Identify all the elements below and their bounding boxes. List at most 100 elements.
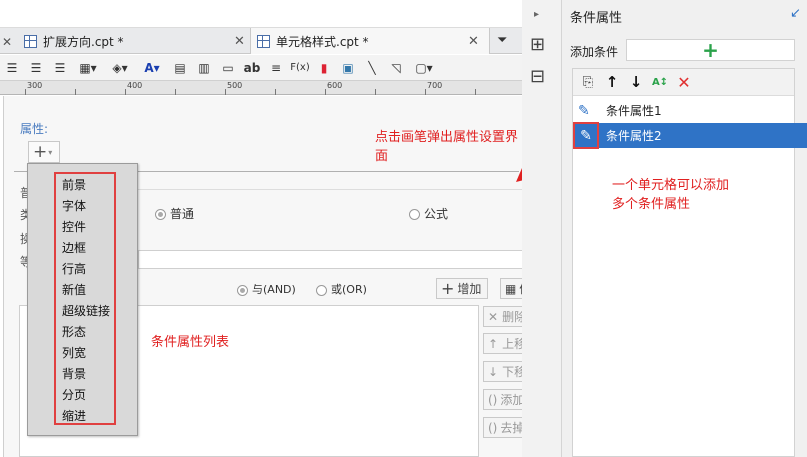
attribute-label: 属性: [20,122,49,136]
menu-item-column-width[interactable]: 列宽 [62,344,86,361]
ruler-label: 300 [27,81,43,90]
annotation-multi-line1: 一个单元格可以添加 [612,178,730,193]
annotation-multi-line2: 多个条件属性 [612,197,691,212]
button-label: 下移 [502,365,522,379]
font-color-icon[interactable]: A▾ [138,59,166,77]
radio-formula[interactable]: 公式 [409,205,448,222]
formula-icon[interactable]: F(x) [290,59,310,77]
add-condition-button[interactable]: + [626,38,795,62]
paragraph-icon[interactable]: ≡ [266,59,286,77]
radio-and[interactable]: 与(AND) [237,281,296,297]
button-label: 上移 [502,337,522,351]
menu-item-presentation[interactable]: 形态 [62,323,86,340]
editor-area: ✕ 扩展方向.cpt * ✕ 单元格样式.cpt * ✕ ⏷ ☰ ☰ ☰ ▦▾ … [0,0,522,457]
border-icon[interactable]: ▦▾ [74,59,102,77]
radio-label: 或(OR) [331,283,367,296]
title-strip [0,0,522,28]
add-bracket-button[interactable]: ()添加括号 [483,389,522,410]
menu-item-new-value[interactable]: 新值 [62,281,86,298]
ruler-label: 700 [427,81,443,90]
expand-arrow-icon[interactable]: ▸ [534,9,539,20]
arrow-down-icon: ↓ [488,364,499,379]
arrow-up-icon: ↑ [488,336,499,351]
add-attribute-button[interactable]: + ▾ [28,141,60,163]
menu-item-row-height[interactable]: 行高 [62,260,86,277]
button-label: 增加 [457,282,482,296]
image-icon[interactable]: ▣ [338,59,358,77]
tab-close-icon[interactable]: ✕ [2,35,12,49]
menu-item-hyperlink[interactable]: 超级链接 [62,302,110,319]
menu-item-font[interactable]: 字体 [62,197,86,214]
tab-label: 单元格样式.cpt * [276,34,369,49]
menu-item-widget[interactable]: 控件 [62,218,86,235]
sort-az-icon[interactable]: A↕ [651,73,669,91]
chart-icon[interactable]: ▮ [314,59,334,77]
edit-icon: ▦ [505,281,517,296]
menu-item-foreground[interactable]: 前景 [62,176,86,193]
delete-button[interactable]: ✕ 删除 [483,306,522,327]
new-file-icon[interactable]: ⎘ [579,73,597,91]
x-icon: ✕ [488,309,499,324]
sheet-icon [24,34,37,48]
tab-cell-style[interactable]: 单元格样式.cpt * [257,28,369,54]
bracket-icon: () [488,392,498,407]
ruler: 300 400 500 600 700 [0,81,522,95]
collapse-icon[interactable]: ↙ [790,6,801,21]
ruler-label: 500 [227,81,243,90]
sheet-icon [257,34,270,48]
tab-close-icon[interactable]: ✕ [468,34,479,49]
align-right-icon[interactable]: ☰ [50,59,70,77]
menu-item-indent[interactable]: 缩进 [62,407,86,424]
add-condition-button[interactable]: + 增加 [436,278,488,299]
menu-item-border[interactable]: 边框 [62,239,86,256]
radio-or[interactable]: 或(OR) [316,281,367,297]
list-toolbar: ⎘ ↑ ↓ A↕ ✕ [573,69,794,96]
plus-icon: + [33,142,48,162]
cell-element-icon[interactable]: ⊞ [530,34,545,55]
fill-color-icon[interactable]: ◈▾ [106,59,134,77]
menu-item-pagination[interactable]: 分页 [62,386,86,403]
tab-bar: ✕ 扩展方向.cpt * ✕ 单元格样式.cpt * ✕ ⏷ [0,28,522,54]
edit-condition-button[interactable]: ▦修改 [500,278,522,299]
ruler-label: 400 [127,81,143,90]
align-center-icon[interactable]: ☰ [26,59,46,77]
radio-icon [155,209,166,220]
tab-close-icon[interactable]: ✕ [234,34,245,49]
plus-icon: + [702,38,719,62]
condition-item-1[interactable]: ✎ 条件属性1 [573,98,807,123]
border-style-icon[interactable]: ▢▾ [410,59,438,77]
tab-menu-icon[interactable]: ⏷ [497,33,507,48]
move-up-button[interactable]: ↑ 上移 [483,333,522,354]
remove-bracket-button[interactable]: ()去掉括号 [483,417,522,438]
move-down-button[interactable]: ↓ 下移 [483,361,522,382]
arrow-up-icon[interactable]: ↑ [603,73,621,91]
delete-x-icon[interactable]: ✕ [675,73,693,92]
annotation-list-label: 条件属性列表 [151,335,230,350]
value-input[interactable] [138,250,522,269]
add-condition-label: 添加条件 [570,45,619,59]
condition-item-label: 条件属性2 [606,129,662,143]
diagonal-icon[interactable]: ◹ [386,59,406,77]
radio-label: 与(AND) [252,283,296,296]
radio-normal[interactable]: 普通 [155,205,194,222]
cell-attribute-icon[interactable]: ⊟ [530,66,545,87]
condition-attr-panel: ▸ ⊞ ⊟ 条件属性 ↙ 添加条件 + ⎘ ↑ ↓ A↕ ✕ ✎ 条件属性1 条… [522,0,807,457]
text-icon[interactable]: ab [242,59,262,77]
radio-label: 公式 [424,207,449,221]
slash-icon[interactable]: ╲ [362,59,382,77]
radio-icon [409,209,420,220]
condition-item-label: 条件属性1 [606,104,662,118]
align-left-icon[interactable]: ☰ [2,59,22,77]
arrow-down-icon[interactable]: ↓ [627,73,645,91]
button-label: 删除 [502,310,522,324]
split-icon[interactable]: ▥ [194,59,214,77]
pencil-icon[interactable]: ✎ [578,103,596,119]
merge-icon[interactable]: ▤ [170,59,190,77]
condition-item-2[interactable]: 条件属性2 [573,123,807,148]
text-field-icon[interactable]: ▭ [218,59,238,77]
pencil-icon[interactable]: ✎ [573,122,599,149]
tab-expand-direction[interactable]: 扩展方向.cpt * [24,28,124,54]
radio-icon [237,284,248,296]
menu-item-background[interactable]: 背景 [62,365,86,382]
radio-label: 普通 [170,207,195,221]
